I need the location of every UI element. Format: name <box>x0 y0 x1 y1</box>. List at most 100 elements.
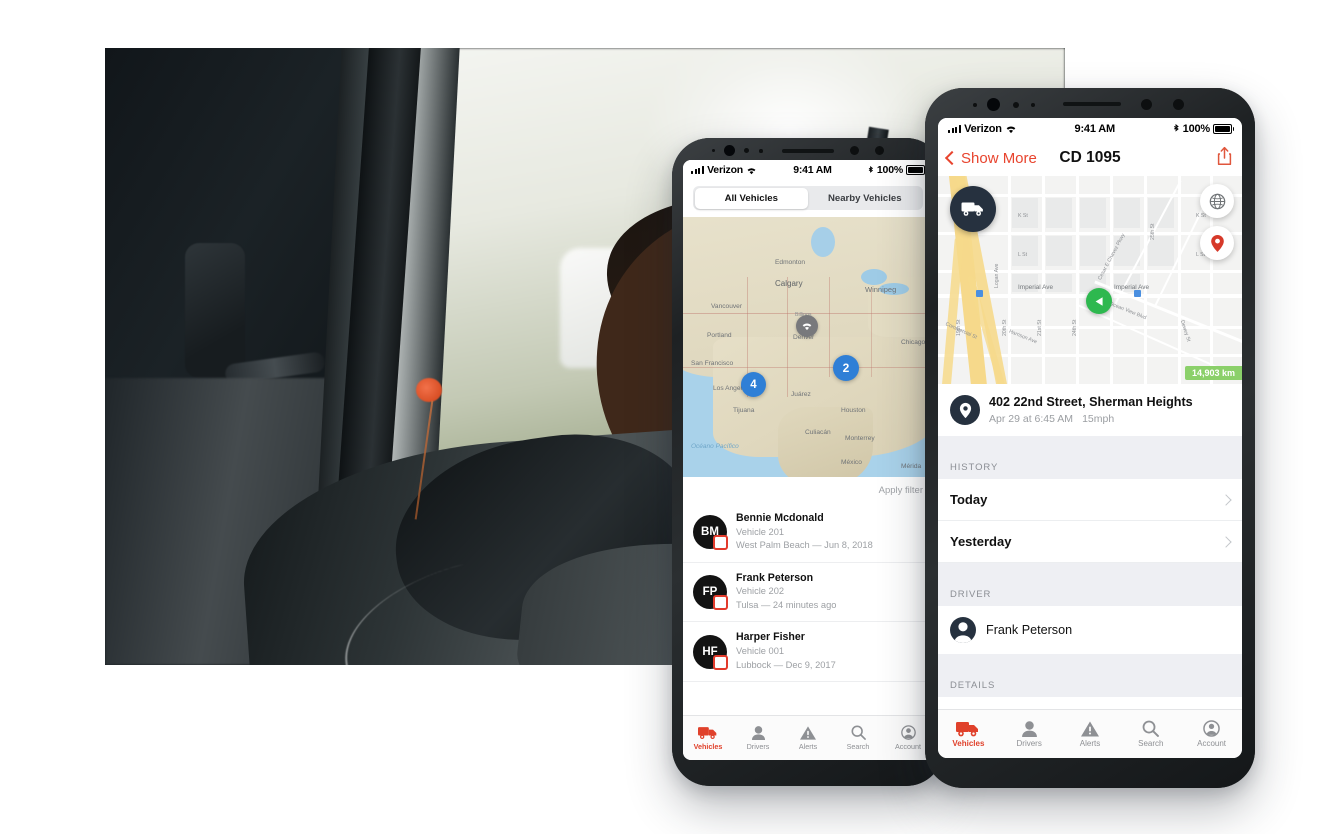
person-icon <box>1021 720 1037 737</box>
address-title: 402 22nd Street, Sherman Heights <box>989 395 1193 410</box>
row-label: Today <box>950 492 988 507</box>
back-button[interactable]: Show More <box>944 150 1037 167</box>
history-row-yesterday[interactable]: Yesterday <box>938 521 1242 563</box>
map-label: Houston <box>841 407 866 414</box>
map-street-label: K St <box>1196 213 1206 219</box>
driver-name: Frank Peterson <box>986 623 1073 637</box>
tab-label: Alerts <box>798 741 818 751</box>
map-label: México <box>841 459 862 466</box>
vehicle-marker[interactable] <box>950 186 996 232</box>
status-bar-front: Verizon 9:41 AM 100% <box>938 118 1242 140</box>
list-item[interactable]: HF Harper Fisher Vehicle 001 Lubbock — D… <box>683 622 933 683</box>
chevron-left-icon <box>944 150 960 166</box>
map-label: Monterrey <box>845 435 875 442</box>
location-pin-icon <box>950 395 980 425</box>
phone-back: Verizon 9:41 AM 100% All Vehicles Nearby… <box>672 138 944 786</box>
map-label: Calgary <box>775 279 803 288</box>
vehicle-status: West Palm Beach — Jun 8, 2018 <box>736 540 873 551</box>
battery-pct-front: 100% <box>1182 123 1211 135</box>
map-street-label: K St <box>1018 213 1028 219</box>
distance-badge: 14,903 km <box>1184 366 1242 380</box>
tab-alerts[interactable]: Alerts <box>783 725 833 751</box>
tab-search[interactable]: Search <box>833 725 883 751</box>
search-icon <box>851 725 866 740</box>
chevron-right-icon <box>1220 493 1232 506</box>
share-button[interactable] <box>1216 146 1233 171</box>
map-street-label: 25th St <box>1150 223 1156 240</box>
person-icon <box>751 725 765 740</box>
page-root: Verizon 9:41 AM 100% All Vehicles Nearby… <box>0 0 1328 834</box>
driver-row[interactable]: Frank Peterson <box>938 606 1242 654</box>
map-locate-button[interactable] <box>1200 226 1234 260</box>
address-speed: 15mph <box>1082 412 1115 425</box>
vehicle-id: Vehicle 202 <box>736 586 785 597</box>
apply-filter-link[interactable]: Apply filter <box>683 477 933 503</box>
tab-drivers[interactable]: Drivers <box>733 725 783 751</box>
map-street-label: Logan Ave <box>994 263 1000 288</box>
address-card[interactable]: 402 22nd Street, Sherman Heights Apr 29 … <box>938 384 1242 436</box>
direction-arrow-icon <box>1095 296 1103 306</box>
history-row-today[interactable]: Today <box>938 479 1242 521</box>
section-gap <box>938 563 1242 573</box>
tab-vehicles[interactable]: Vehicles <box>938 721 999 748</box>
avatar <box>950 617 976 643</box>
tab-label: Vehicles <box>952 738 985 748</box>
tab-label: Search <box>846 742 870 751</box>
map-layers-button[interactable] <box>1200 184 1234 218</box>
tab-label: Account <box>895 742 921 751</box>
map-label: Edmonton <box>775 259 806 266</box>
map-label: Vancouver <box>711 303 743 310</box>
list-item[interactable]: BM Bennie Mcdonald Vehicle 201 West Palm… <box>683 503 933 563</box>
share-icon <box>1217 146 1232 165</box>
section-header-driver: DRIVER <box>938 573 1242 606</box>
phone-front-sensors <box>925 97 1255 111</box>
account-circle-icon <box>1203 720 1220 737</box>
address-time: Apr 29 at 6:45 AM <box>989 412 1074 425</box>
battery-icon <box>905 164 928 176</box>
driver-name: Harper Fisher <box>736 631 805 644</box>
warning-triangle-icon <box>800 725 816 740</box>
map-street-label: Imperial Ave <box>1018 284 1054 291</box>
chevron-right-icon <box>1220 535 1232 548</box>
map-canvas: K St L St Imperial Ave Imperial Ave K St… <box>938 176 1242 384</box>
segment-all-vehicles[interactable]: All Vehicles <box>694 187 808 209</box>
carrier-label: Verizon <box>707 164 744 176</box>
map-cluster-marker[interactable]: 4 <box>741 372 766 397</box>
map-wifi-button[interactable] <box>796 315 818 337</box>
map-label: Culiacán <box>805 429 831 436</box>
status-badge <box>713 654 728 670</box>
fleet-map[interactable]: Edmonton Calgary Winnipeg Vancouver Bill… <box>683 217 933 477</box>
tab-label: Search <box>1138 739 1164 748</box>
signal-bars-icon <box>691 166 705 174</box>
phone-front-screen: Verizon 9:41 AM 100% Show More CD 1095 K… <box>938 118 1242 758</box>
vehicle-status: Tulsa — 24 minutes ago <box>736 599 837 610</box>
heading-marker[interactable] <box>1086 288 1112 314</box>
map-label: Winnipeg <box>865 285 897 294</box>
map-pin-icon <box>1210 234 1224 252</box>
section-header-history: HISTORY <box>938 446 1242 479</box>
status-time-front: 9:41 AM <box>1074 123 1116 135</box>
driver-name: Bennie Mcdonald <box>736 512 824 524</box>
vehicle-status: Lubbock — Dec 9, 2017 <box>736 659 836 670</box>
segment-nearby-vehicles[interactable]: Nearby Vehicles <box>808 188 922 209</box>
tab-account[interactable]: Account <box>1181 720 1242 748</box>
tab-bar-back[interactable]: Vehicles Drivers Alerts Search Account <box>683 715 933 760</box>
battery-pct-back: 100% <box>876 164 903 176</box>
tab-drivers[interactable]: Drivers <box>999 720 1060 748</box>
map-label: Chicago <box>901 339 926 346</box>
section-header-details: DETAILS <box>938 664 1242 697</box>
wifi-icon <box>1006 126 1016 134</box>
tab-label: Drivers <box>746 741 770 751</box>
map-cluster-marker[interactable]: 2 <box>833 355 859 381</box>
tab-alerts[interactable]: Alerts <box>1060 721 1121 748</box>
vehicle-map[interactable]: K St L St Imperial Ave Imperial Ave K St… <box>938 176 1242 384</box>
tab-vehicles[interactable]: Vehicles <box>683 726 733 751</box>
phone-front: Verizon 9:41 AM 100% Show More CD 1095 K… <box>925 88 1255 788</box>
vehicle-id: Vehicle 001 <box>736 646 785 657</box>
status-badge <box>713 535 728 551</box>
wifi-icon <box>747 167 756 174</box>
tab-search[interactable]: Search <box>1120 720 1181 748</box>
tab-bar-front[interactable]: Vehicles Drivers Alerts Search Account <box>938 709 1242 758</box>
segmented-control[interactable]: All Vehicles Nearby Vehicles <box>693 186 923 210</box>
list-item[interactable]: FP Frank Peterson Vehicle 202 Tulsa — 24… <box>683 562 933 623</box>
